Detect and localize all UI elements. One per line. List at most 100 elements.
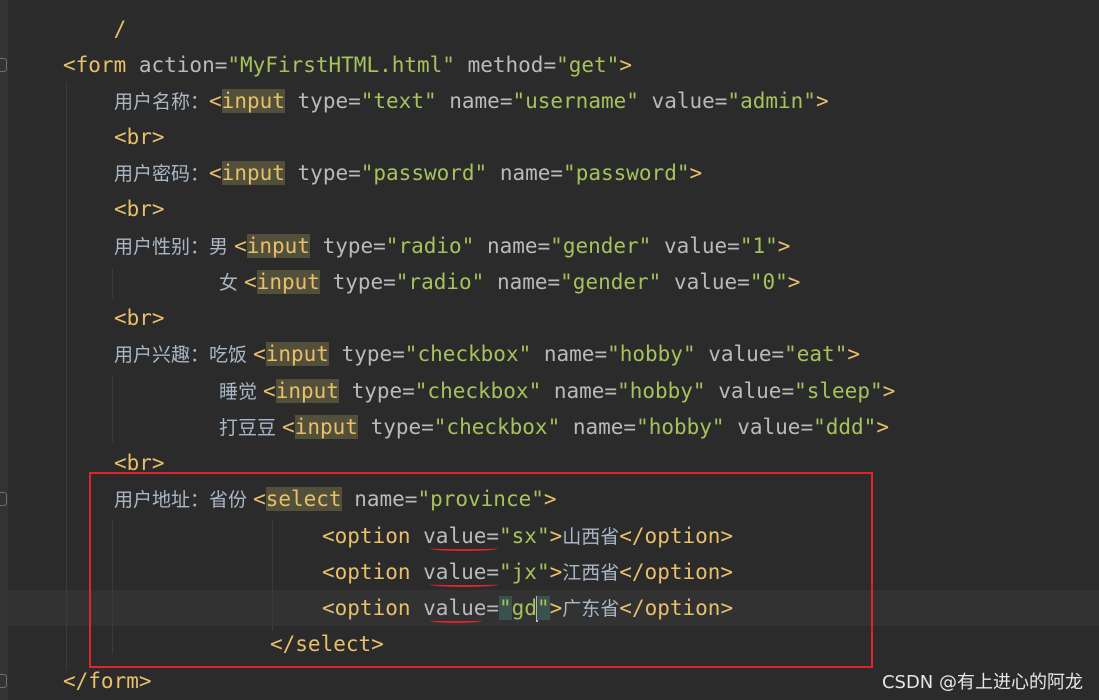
tag-token: < <box>282 415 295 439</box>
code-line-gender-male: 用户性别：男 <input type="radio" name="gender"… <box>114 231 790 261</box>
code-line-br: <br> <box>114 194 165 224</box>
tag-token: > <box>815 89 829 113</box>
tag-token: > <box>689 161 703 185</box>
tag-token: < <box>234 234 247 258</box>
label-text: 用户密码： <box>114 163 210 185</box>
value-token: "sleep" <box>794 379 883 403</box>
value-token: "gender" <box>550 234 652 258</box>
attr-token: type= <box>338 379 415 403</box>
value-token: "checkbox" <box>414 379 542 403</box>
tag-token: <br> <box>114 125 165 149</box>
code-line-form-close: </form> <box>63 666 152 696</box>
label-text: 用户兴趣： <box>114 344 210 366</box>
tag-token: input <box>221 161 285 185</box>
fold-marker-icon[interactable] <box>0 492 8 506</box>
tag-token: < <box>209 89 222 113</box>
attr-token: value= <box>638 89 728 113</box>
indent-guide <box>112 376 113 442</box>
tag-token: > <box>876 415 889 439</box>
value-token: "admin" <box>727 89 816 113</box>
attr-token: type= <box>284 161 361 185</box>
tag-token: > <box>619 53 632 77</box>
tag-token: < <box>209 161 222 185</box>
attr-token: name= <box>531 342 608 366</box>
value-token: "0" <box>749 270 788 294</box>
watermark: CSDN @有上进心的阿龙 <box>881 672 1083 693</box>
attr-token: value= <box>695 342 785 366</box>
tag-token: > <box>787 270 801 294</box>
value-token: "username" <box>512 89 639 113</box>
fold-marker-icon[interactable] <box>0 674 8 688</box>
indent-guide <box>112 268 113 298</box>
attr-token: value= <box>651 234 740 258</box>
code-line-username: 用户名称：<input type="text" name="username" … <box>114 86 829 116</box>
attr-token: value= <box>705 379 795 403</box>
tag-token: input <box>256 270 320 294</box>
code-line-hobby-sleep: 睡觉 <input type="checkbox" name="hobby" v… <box>219 376 895 406</box>
tag-token: <br> <box>114 306 165 330</box>
label-text: 用户性别： <box>114 236 210 258</box>
option-text: 男 <box>209 236 235 258</box>
attr-token: value= <box>724 415 814 439</box>
tag-token: < <box>253 342 266 366</box>
attr-token: action= <box>126 53 228 77</box>
value-token: "eat" <box>784 342 848 366</box>
option-text: 吃饭 <box>209 344 254 366</box>
tag-token: </form> <box>63 669 152 693</box>
attr-token: type= <box>357 415 434 439</box>
code-line-gender-female: 女 <input type="radio" name="gender" valu… <box>219 267 800 297</box>
attr-token: type= <box>319 270 396 294</box>
tag-token: < <box>263 379 276 403</box>
value-token: "radio" <box>395 270 485 294</box>
attr-token: name= <box>541 379 618 403</box>
tag-token: <form <box>63 53 127 77</box>
code-line-form-open: <form action="MyFirstHTML.html" method="… <box>63 50 632 80</box>
attr-token: name= <box>487 161 564 185</box>
attr-token: name= <box>474 234 551 258</box>
value-token: "checkbox" <box>433 415 561 439</box>
attr-token: type= <box>284 89 361 113</box>
code-line-br: <br> <box>114 122 165 152</box>
tag-token: input <box>265 342 329 366</box>
value-token: "MyFirstHTML.html" <box>227 53 455 77</box>
tag-token: < <box>244 270 257 294</box>
attr-token: name= <box>436 89 513 113</box>
tag-token: > <box>882 379 896 403</box>
code-line-hobby-ddd: 打豆豆 <input type="checkbox" name="hobby" … <box>219 412 889 442</box>
value-token: "hobby" <box>636 415 725 439</box>
value-token: "ddd" <box>813 415 877 439</box>
code-line-hobby-eat: 用户兴趣：吃饭 <input type="checkbox" name="hob… <box>114 339 860 369</box>
tag-token: input <box>294 415 358 439</box>
attr-token: method= <box>454 53 557 77</box>
red-highlight-box <box>89 472 873 668</box>
value-token: "checkbox" <box>404 342 532 366</box>
tag-token: input <box>221 89 285 113</box>
tag-token: <br> <box>114 197 165 221</box>
tag-token: input <box>246 234 310 258</box>
option-text: 女 <box>219 272 245 294</box>
indent-guide <box>66 82 67 670</box>
value-token: "text" <box>360 89 437 113</box>
fold-marker-icon[interactable] <box>0 58 8 72</box>
code-token: / <box>113 17 127 41</box>
value-token: "1" <box>739 234 778 258</box>
attr-token: name= <box>484 270 561 294</box>
code-line-br: <br> <box>114 303 165 333</box>
attr-token: type= <box>309 234 386 258</box>
attr-token: value= <box>661 270 750 294</box>
option-text: 打豆豆 <box>219 417 283 439</box>
attr-token: name= <box>560 415 637 439</box>
value-token: "gender" <box>560 270 662 294</box>
code-line: / <box>63 0 127 41</box>
attr-token: type= <box>328 342 405 366</box>
value-token: "hobby" <box>617 379 706 403</box>
value-token: "password" <box>563 161 690 185</box>
tag-token: > <box>847 342 860 366</box>
value-token: "get" <box>556 53 620 77</box>
value-token: "radio" <box>385 234 475 258</box>
option-text: 睡觉 <box>219 381 264 403</box>
editor-gutter <box>0 0 8 700</box>
label-text: 用户名称： <box>114 91 210 113</box>
value-token: "hobby" <box>607 342 696 366</box>
tag-token: > <box>777 234 791 258</box>
